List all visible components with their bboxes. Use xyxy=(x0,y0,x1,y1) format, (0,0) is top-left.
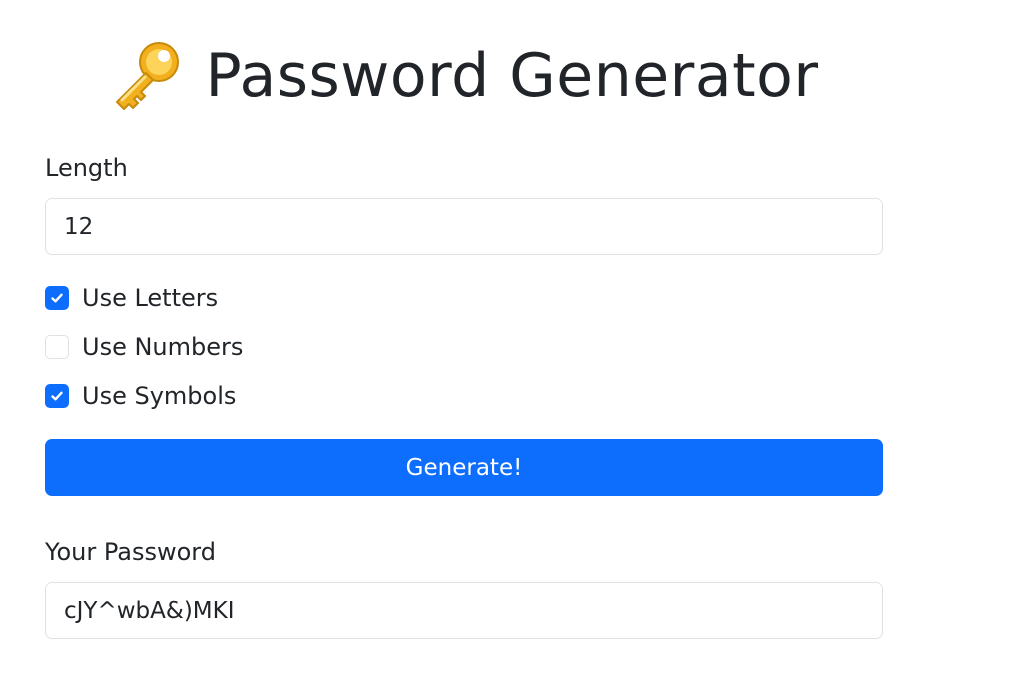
option-use-symbols[interactable]: Use Symbols xyxy=(45,383,236,409)
key-icon xyxy=(109,39,183,113)
generate-button[interactable]: Generate! xyxy=(45,439,883,496)
password-label: Your Password xyxy=(45,538,216,566)
length-input[interactable] xyxy=(45,198,883,255)
check-icon xyxy=(51,293,63,303)
use-letters-label: Use Letters xyxy=(82,284,219,312)
password-generator-page: Password Generator Length Use Letters Us… xyxy=(0,0,1010,684)
use-numbers-label: Use Numbers xyxy=(82,333,244,361)
use-symbols-label: Use Symbols xyxy=(82,382,237,410)
length-label: Length xyxy=(45,154,128,182)
check-icon xyxy=(51,391,63,401)
page-title: Password Generator xyxy=(205,41,819,111)
use-numbers-checkbox[interactable] xyxy=(45,335,69,359)
use-symbols-checkbox[interactable] xyxy=(45,384,69,408)
use-letters-checkbox[interactable] xyxy=(45,286,69,310)
header: Password Generator xyxy=(0,36,928,116)
password-output[interactable] xyxy=(45,582,883,639)
option-use-numbers[interactable]: Use Numbers xyxy=(45,334,243,360)
option-use-letters[interactable]: Use Letters xyxy=(45,285,218,311)
